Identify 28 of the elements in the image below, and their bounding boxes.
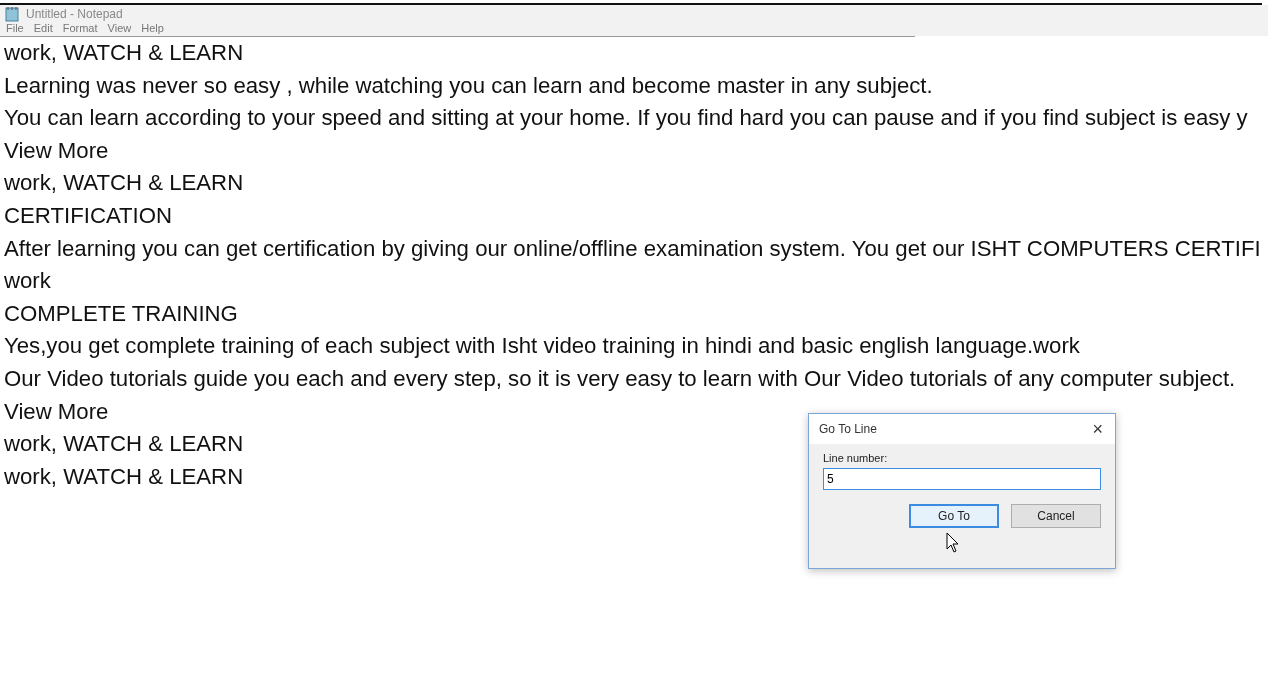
text-line: COMPLETE TRAINING [4, 299, 238, 328]
notepad-icon [4, 6, 20, 22]
text-line: You can learn according to your speed and sitting at your home. If you find hard you can pause and if you find subject is easy y [4, 104, 1248, 133]
text-line: CERTIFICATION [4, 201, 173, 230]
text-line: work, WATCH & LEARN [4, 169, 244, 198]
field-label: Line number: [823, 452, 889, 464]
text-line: View More [4, 136, 109, 165]
window-title: Untitled - Notepad [26, 7, 123, 21]
text-line: Learning was never so easy , while watching you can learn and become master in any subject. [4, 71, 933, 100]
menu-item[interactable]: Format [62, 22, 98, 34]
line-number-field[interactable]: 5 [823, 468, 1101, 490]
dialog-button[interactable]: Go To [909, 504, 999, 528]
text-line: work, WATCH & LEARN [4, 430, 244, 459]
text-line: After learning you can get certification by giving our online/offline examination system. You get our ISHT COMPUTERS CERTIFI [4, 234, 1261, 263]
text-line: work, WATCH & LEARN [4, 462, 244, 491]
pointer-cursor-icon [946, 532, 960, 554]
menu-item[interactable]: View [107, 22, 132, 34]
menu-item[interactable]: Help [141, 22, 164, 34]
text-line: work, WATCH & LEARN [4, 39, 244, 67]
text-line: work [4, 267, 51, 296]
text-line: View More [4, 397, 109, 426]
dialog-title: Go To Line [819, 422, 877, 436]
close-button[interactable]: × [1088, 420, 1107, 438]
dialog-button[interactable]: Cancel [1011, 504, 1101, 528]
menu-item[interactable]: Edit [33, 22, 53, 34]
menu-item[interactable]: File [6, 22, 24, 34]
text-line: Yes,you get complete training of each subject with Isht video training in hindi and basic english language.work [4, 332, 1080, 361]
text-line: Our Video tutorials guide you each and every step, so it is very easy to learn with Our Video tutorials of any computer subject. [4, 364, 1236, 393]
